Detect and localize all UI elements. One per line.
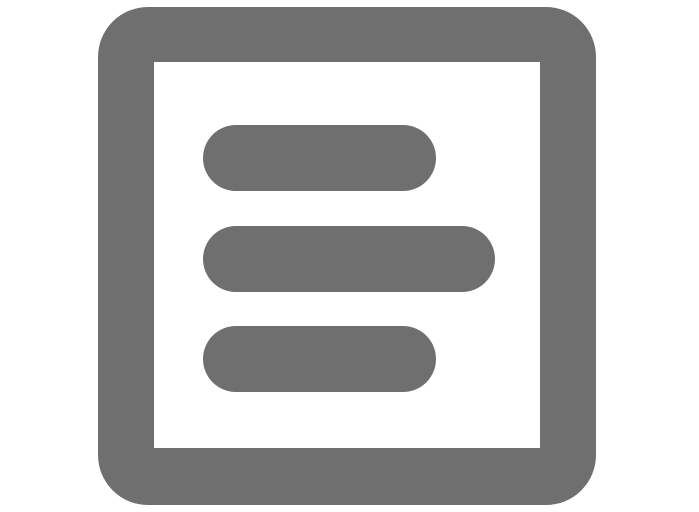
canvas [0, 0, 699, 512]
text-line-2 [203, 226, 495, 292]
text-line-1 [203, 125, 436, 191]
text-line-3 [203, 326, 436, 392]
